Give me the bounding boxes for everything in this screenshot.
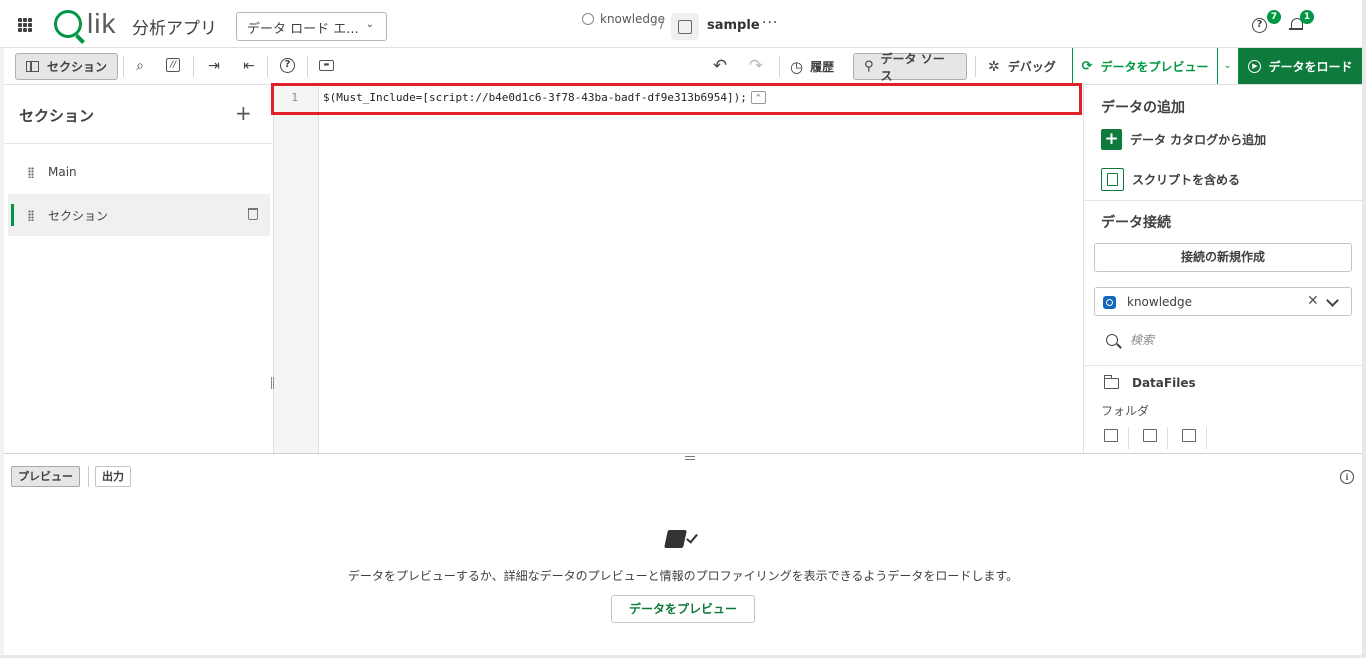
search-icon[interactable]: ⌕: [132, 58, 148, 74]
qlik-logo[interactable]: lik: [54, 8, 117, 39]
debug-label: デバッグ: [1007, 60, 1056, 74]
help-icon[interactable]: ?: [1252, 18, 1267, 33]
undo-icon[interactable]: ↶: [712, 58, 728, 75]
redo-icon[interactable]: ↷: [748, 58, 764, 75]
tab-output[interactable]: 出力: [95, 466, 131, 487]
outdent-icon[interactable]: ⇤: [241, 58, 257, 74]
chevron-down-icon[interactable]: [1326, 294, 1339, 307]
editor-mode-value: データ ロード エ...: [247, 22, 359, 37]
notification-badge: 1: [1300, 10, 1314, 24]
new-connection-button[interactable]: 接続の新規作成: [1094, 243, 1352, 272]
preview-options-dropdown[interactable]: ⌄: [1217, 48, 1239, 84]
more-options-button[interactable]: ···: [762, 15, 778, 31]
data-source-icon: ⚲: [864, 59, 874, 74]
preview-data-button-secondary[interactable]: データをプレビュー: [611, 595, 755, 623]
sections-toggle-button[interactable]: セクション: [15, 53, 118, 80]
edit-connection-icon[interactable]: [1182, 429, 1196, 442]
drag-handle-icon[interactable]: [28, 209, 34, 221]
include-script-button[interactable]: スクリプトを含める: [1101, 168, 1240, 191]
preview-icon: ⟳: [1081, 58, 1093, 74]
toolbar: セクション ⌕ // ⇥ ⇤ ? ▬ ↶ ↷ ◷ 履歴 ⚲ データ ソース ✲ …: [0, 48, 1366, 85]
grid-menu-icon[interactable]: [18, 18, 32, 32]
window-frame-left: [0, 48, 4, 658]
folder-name: DataFiles: [1132, 376, 1196, 390]
add-data-heading: データの追加: [1101, 100, 1185, 116]
search-icon: [1106, 333, 1118, 346]
data-source-button[interactable]: ⚲ データ ソース: [853, 52, 967, 83]
folder-icon: [1104, 374, 1119, 389]
connection-name: knowledge: [1127, 295, 1193, 309]
preview-empty-icon: [664, 528, 702, 552]
section-item-main[interactable]: Main: [8, 151, 270, 193]
drag-handle-icon[interactable]: [28, 166, 34, 178]
plus-icon: +: [1101, 129, 1122, 150]
connection-icon: [1103, 296, 1116, 309]
line-number-gutter: 1: [274, 85, 319, 453]
app-type-label: 分析アプリ: [132, 19, 217, 39]
preview-data-label: データをプレビュー: [1100, 59, 1209, 74]
breadcrumb-space[interactable]: knowledge: [582, 12, 665, 26]
section-item-label: セクション: [48, 208, 109, 223]
add-section-button[interactable]: +: [235, 101, 252, 125]
space-name: knowledge: [600, 12, 666, 26]
history-button[interactable]: ◷ 履歴: [790, 53, 834, 80]
search-placeholder: 検索: [1130, 333, 1155, 347]
connection-select[interactable]: knowledge ✕: [1094, 287, 1352, 316]
comment-icon[interactable]: //: [166, 58, 180, 72]
data-panel: データの追加 + データ カタログから追加 スクリプトを含める データ接続 接続…: [1083, 85, 1363, 453]
include-script-label: スクリプトを含める: [1132, 173, 1241, 187]
sections-title: セクション: [19, 107, 95, 125]
preview-panel: プレビュー 出力 i データをプレビューするか、詳細なデータのプレビューと情報の…: [4, 453, 1362, 655]
data-connections-heading: データ接続: [1101, 215, 1171, 231]
preview-data-button[interactable]: ⟳ データをプレビュー: [1072, 48, 1218, 84]
add-from-catalog-label: データ カタログから追加: [1130, 133, 1267, 147]
folder-item-datafiles[interactable]: DataFiles: [1104, 374, 1196, 390]
play-icon: ▶: [1248, 59, 1262, 73]
section-item-label: Main: [48, 165, 77, 179]
connection-search[interactable]: 検索: [1106, 331, 1154, 348]
breadcrumb-separator: /: [660, 17, 665, 32]
history-icon: ◷: [790, 57, 804, 76]
table-select-icon[interactable]: [1104, 429, 1118, 442]
help-circle-icon[interactable]: ?: [280, 58, 295, 73]
window-frame-right: [1362, 0, 1366, 658]
insert-script-icon[interactable]: [1143, 429, 1157, 442]
sections-toggle-label: セクション: [47, 60, 108, 74]
help-badge: 7: [1267, 10, 1281, 24]
sections-panel: セクション + Main セクション: [4, 85, 274, 453]
app-icon: [671, 13, 699, 40]
indent-icon[interactable]: ⇥: [206, 58, 222, 74]
info-icon[interactable]: i: [1340, 470, 1354, 484]
section-item-section[interactable]: セクション: [8, 194, 270, 236]
resize-grip-icon[interactable]: [685, 456, 695, 460]
empty-state-message: データをプレビューするか、詳細なデータのプレビューと情報のプロファイリングを表示…: [347, 569, 1019, 583]
qlik-logo-text: lik: [87, 8, 117, 39]
chevron-down-icon: ⌄: [365, 19, 374, 30]
app-name[interactable]: sample: [707, 18, 760, 33]
add-from-catalog-button[interactable]: + データ カタログから追加: [1101, 129, 1266, 150]
keyboard-icon[interactable]: ▬: [319, 60, 334, 71]
history-label: 履歴: [810, 60, 835, 74]
editor-mode-select[interactable]: データ ロード エ... ⌄: [236, 12, 387, 41]
debug-button[interactable]: ✲ デバッグ: [988, 53, 1056, 80]
tab-preview[interactable]: プレビュー: [11, 466, 80, 487]
section-panel-icon: [26, 61, 39, 72]
data-source-label: データ ソース: [880, 51, 945, 83]
bug-icon: ✲: [988, 58, 1000, 75]
script-icon: [1101, 168, 1124, 191]
qlik-logo-mark: [54, 10, 82, 38]
highlight-box: [271, 83, 1082, 115]
top-bar: lik 分析アプリ データ ロード エ... ⌄ knowledge / sam…: [0, 0, 1366, 48]
trash-icon[interactable]: [248, 208, 258, 220]
clear-icon[interactable]: ✕: [1307, 293, 1319, 309]
folder-type: フォルダ: [1101, 404, 1150, 418]
load-data-label: データをロード: [1268, 59, 1353, 74]
space-icon: [582, 13, 594, 25]
load-data-button[interactable]: ▶ データをロード: [1239, 48, 1362, 84]
script-editor[interactable]: 1 $(Must_Include=[script://b4e0d1c6-3f78…: [274, 85, 1083, 453]
